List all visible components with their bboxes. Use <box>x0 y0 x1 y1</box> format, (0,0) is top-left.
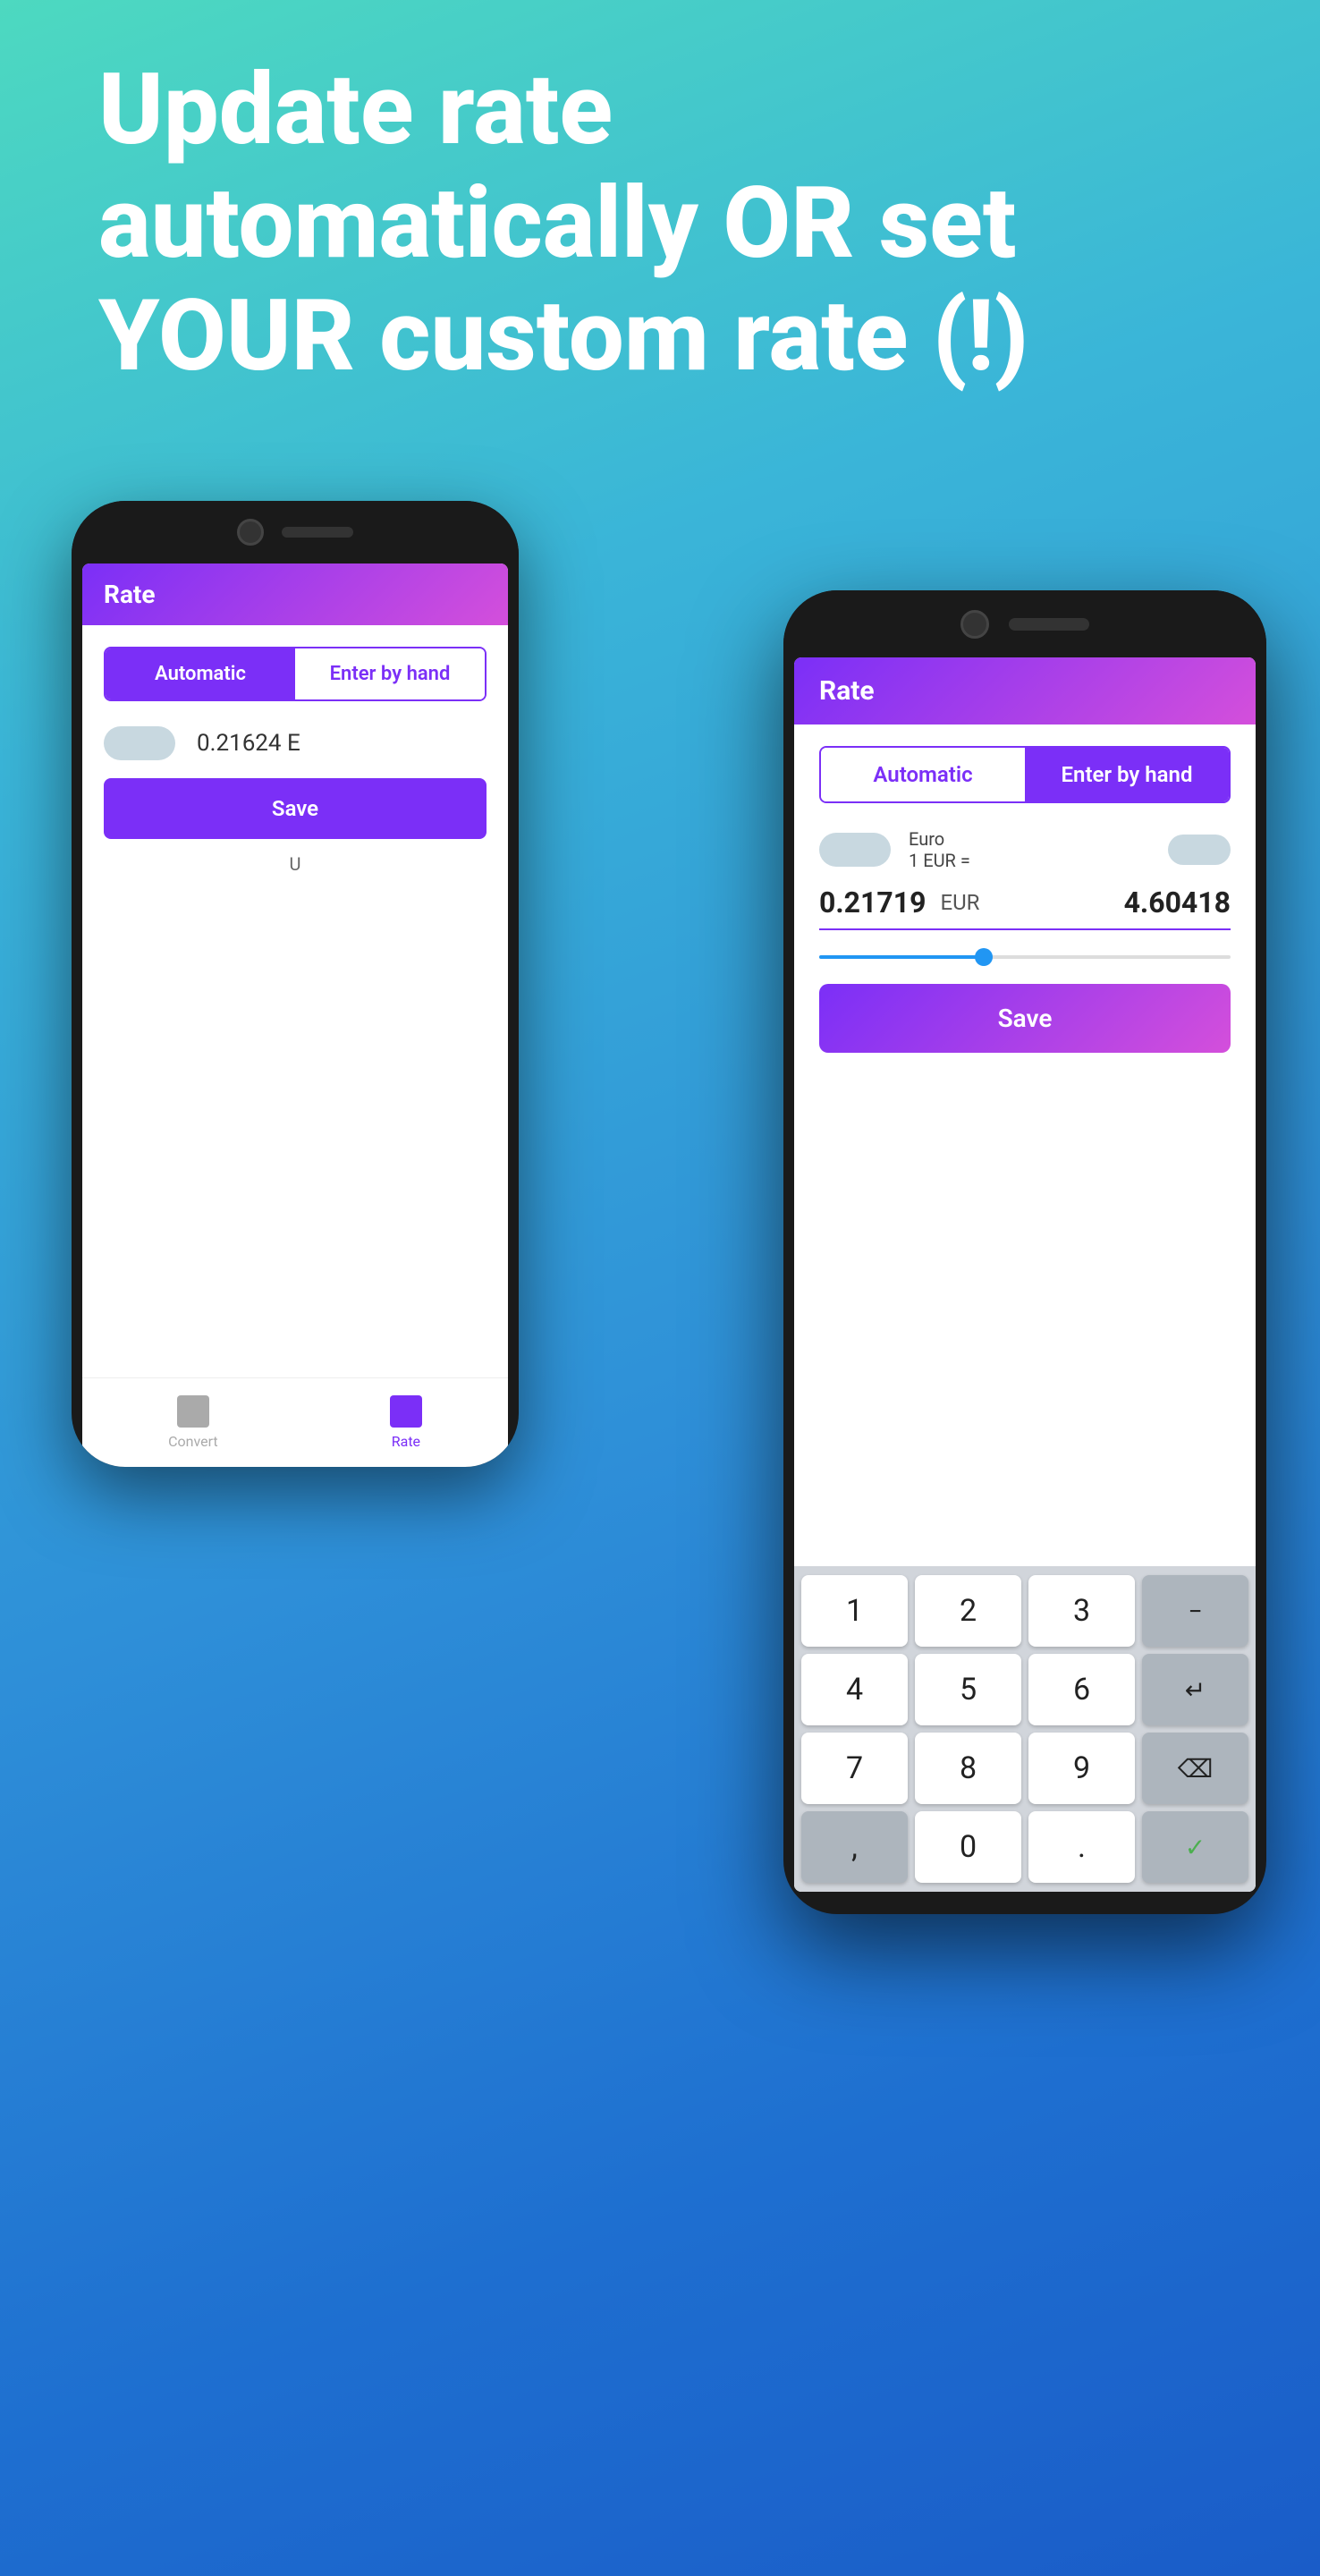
key-dot-label: . <box>1078 1829 1086 1865</box>
phone-front-title: Rate <box>819 675 1231 707</box>
save-button[interactable]: Save <box>819 984 1231 1053</box>
key-5-label: 5 <box>960 1672 977 1707</box>
rate-equals: 4.60418 <box>994 886 1231 919</box>
front-tab-automatic[interactable]: Automatic <box>821 748 1025 801</box>
key-4-label: 4 <box>846 1672 863 1707</box>
rate-number: 0.21719 <box>819 886 926 919</box>
phone-back-tab-enter[interactable]: Enter by hand <box>295 648 485 699</box>
slider-fill <box>819 955 984 959</box>
keyboard: 1 2 3 − 4 5 6 ↵ 7 8 9 ⌫ <box>794 1566 1256 1892</box>
key-7-label: 7 <box>846 1750 863 1786</box>
key-return[interactable]: ↵ <box>1142 1654 1248 1725</box>
key-9[interactable]: 9 <box>1028 1733 1135 1804</box>
key-1[interactable]: 1 <box>801 1575 908 1647</box>
key-comma-label: , <box>851 1829 858 1865</box>
phone-front-header: Rate <box>794 657 1256 724</box>
keyboard-row-3: 7 8 9 ⌫ <box>798 1733 1252 1804</box>
hero-section: Update rate automatically OR set YOUR cu… <box>98 54 1222 394</box>
phone-back-save-button[interactable]: Save <box>104 778 487 839</box>
key-check-label: ✓ <box>1185 1833 1206 1862</box>
keyboard-row-1: 1 2 3 − <box>798 1575 1252 1647</box>
spacer <box>794 1053 1256 1566</box>
front-toggle[interactable] <box>819 833 891 867</box>
key-2-label: 2 <box>960 1593 977 1629</box>
key-backspace[interactable]: ⌫ <box>1142 1733 1248 1804</box>
phone-front-camera-icon <box>960 610 989 639</box>
key-return-label: ↵ <box>1185 1675 1206 1705</box>
key-minus-label: − <box>1188 1597 1202 1626</box>
phone-back-toggle-row: 0.21624 E <box>104 726 487 760</box>
key-dot[interactable]: . <box>1028 1811 1135 1883</box>
keyboard-row-4: , 0 . ✓ <box>798 1811 1252 1883</box>
phone-back-tabs: Automatic Enter by hand <box>104 647 487 701</box>
rate-input-row: 0.21719 EUR 4.60418 <box>819 886 1231 930</box>
key-3[interactable]: 3 <box>1028 1575 1135 1647</box>
key-1-label: 1 <box>846 1593 863 1629</box>
hero-title: Update rate automatically OR set YOUR cu… <box>98 54 1222 394</box>
phone-front-top-section: Automatic Enter by hand Euro 1 EUR = 0.2… <box>794 724 1256 1053</box>
phone-back-notch <box>72 501 519 564</box>
euro-sub: 1 EUR = <box>909 850 1150 871</box>
key-minus[interactable]: − <box>1142 1575 1248 1647</box>
toggle-right[interactable] <box>1168 835 1231 865</box>
euro-info: Euro 1 EUR = <box>909 828 1150 871</box>
rate-currency: EUR <box>940 890 979 915</box>
key-6[interactable]: 6 <box>1028 1654 1135 1725</box>
key-3-label: 3 <box>1073 1593 1090 1629</box>
slider-thumb[interactable] <box>975 948 993 966</box>
phone-front-speaker <box>1009 618 1089 631</box>
phone-back-rate-value: 0.21624 <box>197 730 282 757</box>
phone-back-update-text: U <box>104 853 487 875</box>
key-2[interactable]: 2 <box>915 1575 1021 1647</box>
euro-label: Euro <box>909 828 1150 850</box>
phone-back-camera-icon <box>237 519 264 546</box>
key-backspace-label: ⌫ <box>1178 1754 1214 1784</box>
key-5[interactable]: 5 <box>915 1654 1021 1725</box>
key-9-label: 9 <box>1073 1750 1090 1786</box>
key-4[interactable]: 4 <box>801 1654 908 1725</box>
slider-row <box>819 948 1231 966</box>
phone-back-title: Rate <box>104 580 156 609</box>
phone-back: Rate Automatic Enter by hand 0.21624 E S… <box>72 501 519 1467</box>
phone-back-rate-currency: E <box>287 730 300 757</box>
key-7[interactable]: 7 <box>801 1733 908 1804</box>
phone-front-screen: Rate Automatic Enter by hand Euro 1 EUR … <box>794 657 1256 1892</box>
phone-front: Rate Automatic Enter by hand Euro 1 EUR … <box>783 590 1266 1914</box>
key-0-label: 0 <box>960 1829 977 1865</box>
phone-back-content: Automatic Enter by hand 0.21624 E Save U <box>82 625 508 896</box>
phone-back-nav: Convert Rate <box>82 1377 508 1386</box>
phone-front-notch <box>783 590 1266 657</box>
key-8-label: 8 <box>960 1750 977 1786</box>
front-rate-row: Euro 1 EUR = <box>819 828 1231 871</box>
phone-back-header: Rate <box>82 564 508 625</box>
key-check[interactable]: ✓ <box>1142 1811 1248 1883</box>
phone-front-body: Automatic Enter by hand Euro 1 EUR = 0.2… <box>794 724 1256 1892</box>
phone-back-toggle[interactable] <box>104 726 175 760</box>
phones-container: Rate Automatic Enter by hand 0.21624 E S… <box>0 501 1320 2576</box>
key-comma[interactable]: , <box>801 1811 908 1883</box>
front-tab-enter[interactable]: Enter by hand <box>1025 748 1229 801</box>
key-0[interactable]: 0 <box>915 1811 1021 1883</box>
phone-back-rate: 0.21624 E <box>197 730 300 757</box>
key-8[interactable]: 8 <box>915 1733 1021 1804</box>
phone-back-speaker <box>282 527 353 538</box>
phone-back-screen: Rate Automatic Enter by hand 0.21624 E S… <box>82 564 508 1386</box>
keyboard-row-2: 4 5 6 ↵ <box>798 1654 1252 1725</box>
phone-back-tab-automatic[interactable]: Automatic <box>106 648 295 699</box>
key-6-label: 6 <box>1073 1672 1090 1707</box>
front-tabs: Automatic Enter by hand <box>819 746 1231 803</box>
